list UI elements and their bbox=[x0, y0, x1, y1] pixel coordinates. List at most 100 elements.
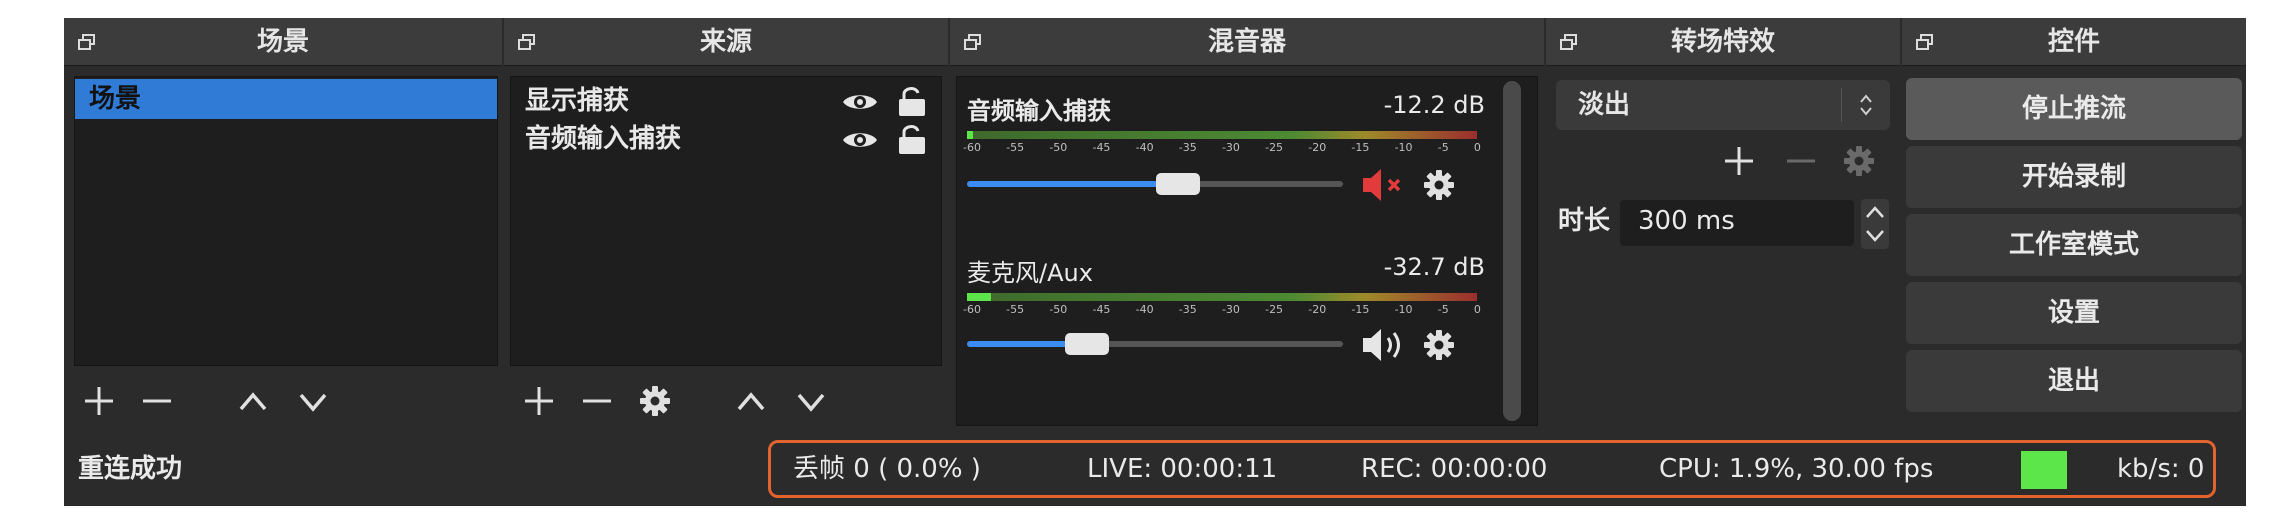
meter-tick-label: -40 bbox=[1135, 303, 1154, 316]
controls-dock-header[interactable]: 控件 bbox=[1902, 18, 2246, 66]
mixer-scrollbar[interactable] bbox=[1503, 81, 1521, 421]
scenes-dock-header[interactable]: 场景 bbox=[64, 18, 502, 66]
meter-tick-label: -20 bbox=[1308, 303, 1327, 316]
meter-tick-label: -55 bbox=[1006, 303, 1025, 316]
plus-icon bbox=[85, 387, 113, 415]
start-recording-button[interactable]: 开始录制 bbox=[1906, 146, 2242, 208]
live-time: LIVE: 00:00:11 bbox=[1087, 454, 1278, 484]
meter-tick-label: -10 bbox=[1394, 141, 1413, 154]
reconnect-status: 重连成功 bbox=[78, 454, 183, 484]
volume-slider-fill bbox=[967, 181, 1178, 187]
spin-buttons-icon[interactable] bbox=[1860, 198, 1890, 250]
gear-icon[interactable] bbox=[1423, 329, 1455, 361]
meter-tick-label: -45 bbox=[1092, 141, 1111, 154]
meter-level bbox=[967, 293, 991, 301]
meter-tick-label: -25 bbox=[1265, 303, 1284, 316]
volume-slider[interactable] bbox=[967, 333, 1343, 355]
stream-health-indicator bbox=[2021, 451, 2067, 489]
chevron-up-icon bbox=[737, 392, 765, 411]
controls-title: 控件 bbox=[2047, 27, 2100, 57]
minus-icon bbox=[1787, 159, 1815, 163]
scenes-list[interactable]: 场景 bbox=[74, 76, 498, 366]
volume-slider-handle[interactable] bbox=[1065, 333, 1110, 355]
sources-toolbar bbox=[510, 374, 942, 428]
speaker-icon[interactable] bbox=[1361, 327, 1413, 363]
source-name: 显示捕获 bbox=[525, 86, 630, 116]
add-source-button[interactable] bbox=[516, 374, 562, 428]
meter-tick-label: -45 bbox=[1092, 303, 1111, 316]
transition-select[interactable]: 淡出 bbox=[1556, 80, 1890, 130]
meter-tick-label: -10 bbox=[1394, 303, 1413, 316]
meter-scale: -60 -55 -50 -45 -40 -35 -30 -25 -20 -15 -10 -5 0 bbox=[963, 303, 1481, 316]
dropped-frames: 丢帧 0 ( 0.0% ) bbox=[793, 454, 981, 484]
gear-icon[interactable] bbox=[1423, 169, 1455, 201]
meter-tick-label: -20 bbox=[1308, 141, 1327, 154]
minus-icon bbox=[143, 399, 171, 403]
meter-tick-label: -30 bbox=[1221, 303, 1240, 316]
scene-down-button[interactable] bbox=[290, 374, 336, 428]
scene-item[interactable]: 场景 bbox=[75, 79, 497, 119]
source-row[interactable]: 音频输入捕获 bbox=[525, 121, 927, 157]
meter-tick-label: -25 bbox=[1265, 141, 1284, 154]
scene-up-button[interactable] bbox=[230, 374, 276, 428]
sources-dock-header[interactable]: 来源 bbox=[504, 18, 948, 66]
meter-tick-label: -55 bbox=[1006, 141, 1025, 154]
meter-tick-label: 0 bbox=[1473, 141, 1481, 154]
volume-slider-handle[interactable] bbox=[1155, 173, 1200, 195]
chevron-down-icon bbox=[797, 393, 825, 412]
meter-tick-label: -5 bbox=[1437, 141, 1449, 154]
status-bar: 重连成功 丢帧 0 ( 0.0% ) LIVE: 00:00:11 REC: 0… bbox=[64, 432, 2246, 506]
duration-label: 时长 bbox=[1558, 206, 1611, 236]
source-down-button[interactable] bbox=[788, 374, 834, 428]
mixer-panel: 音频输入捕获 -12.2 dB -60 -55 -50 -45 -40 -35 -30 -25… bbox=[956, 76, 1538, 426]
eye-icon[interactable] bbox=[841, 129, 879, 151]
remove-source-button[interactable] bbox=[574, 374, 620, 428]
source-properties-button[interactable] bbox=[632, 374, 678, 428]
meter-tick-label: -50 bbox=[1049, 303, 1068, 316]
eye-icon[interactable] bbox=[841, 91, 879, 113]
channel-db: -12.2 dB bbox=[1383, 91, 1485, 119]
remove-scene-button[interactable] bbox=[134, 374, 180, 428]
duration-value: 300 ms bbox=[1638, 206, 1735, 236]
lock-icon[interactable] bbox=[897, 85, 927, 117]
scenes-toolbar bbox=[70, 374, 498, 428]
channel-name: 麦克风/Aux bbox=[967, 259, 1093, 287]
sources-dock: 来源 显示捕获 音频输入捕获 bbox=[504, 18, 948, 432]
meter-tick-label: -35 bbox=[1178, 141, 1197, 154]
meter-tick-label: -5 bbox=[1437, 303, 1449, 316]
meter-tick-label: -15 bbox=[1351, 141, 1370, 154]
duration-input[interactable]: 300 ms bbox=[1620, 200, 1854, 246]
gear-icon bbox=[640, 386, 670, 416]
chevron-down-icon bbox=[299, 393, 327, 412]
meter-scale: -60 -55 -50 -45 -40 -35 -30 -25 -20 -15 -10 -5 0 bbox=[963, 141, 1481, 154]
exit-button[interactable]: 退出 bbox=[1906, 350, 2242, 412]
sources-list[interactable]: 显示捕获 音频输入捕获 bbox=[510, 76, 942, 366]
add-transition-button[interactable] bbox=[1716, 136, 1762, 186]
muted-speaker-icon[interactable] bbox=[1361, 167, 1413, 203]
transitions-dock-header[interactable]: 转场特效 bbox=[1546, 18, 1900, 66]
remove-transition-button[interactable] bbox=[1778, 136, 1824, 186]
transition-select-value: 淡出 bbox=[1578, 90, 1631, 120]
rec-time: REC: 00:00:00 bbox=[1361, 454, 1548, 484]
source-row[interactable]: 显示捕获 bbox=[525, 83, 927, 119]
meter-tick-label: -50 bbox=[1049, 141, 1068, 154]
volume-slider[interactable] bbox=[967, 173, 1343, 195]
source-up-button[interactable] bbox=[728, 374, 774, 428]
add-scene-button[interactable] bbox=[76, 374, 122, 428]
obs-main-window: 场景 场景 来源 显示捕获 音频输入捕获 混音器 音频输入捕获 -12.2 dB… bbox=[64, 18, 2246, 506]
gear-icon bbox=[1844, 146, 1874, 176]
meter-tick-label: -60 bbox=[963, 303, 981, 316]
settings-button[interactable]: 设置 bbox=[1906, 282, 2242, 344]
transitions-title: 转场特效 bbox=[1670, 27, 1775, 57]
stop-streaming-button[interactable]: 停止推流 bbox=[1906, 78, 2242, 140]
cpu-fps: CPU: 1.9%, 30.00 fps bbox=[1659, 454, 1934, 484]
lock-icon[interactable] bbox=[897, 123, 927, 155]
transition-properties-button[interactable] bbox=[1836, 136, 1882, 186]
studio-mode-button[interactable]: 工作室模式 bbox=[1906, 214, 2242, 276]
plus-icon bbox=[1725, 147, 1753, 175]
mixer-dock-header[interactable]: 混音器 bbox=[950, 18, 1544, 66]
minus-icon bbox=[583, 399, 611, 403]
channel-name: 音频输入捕获 bbox=[967, 97, 1111, 125]
source-name: 音频输入捕获 bbox=[525, 124, 682, 154]
volume-meter bbox=[967, 293, 1477, 301]
